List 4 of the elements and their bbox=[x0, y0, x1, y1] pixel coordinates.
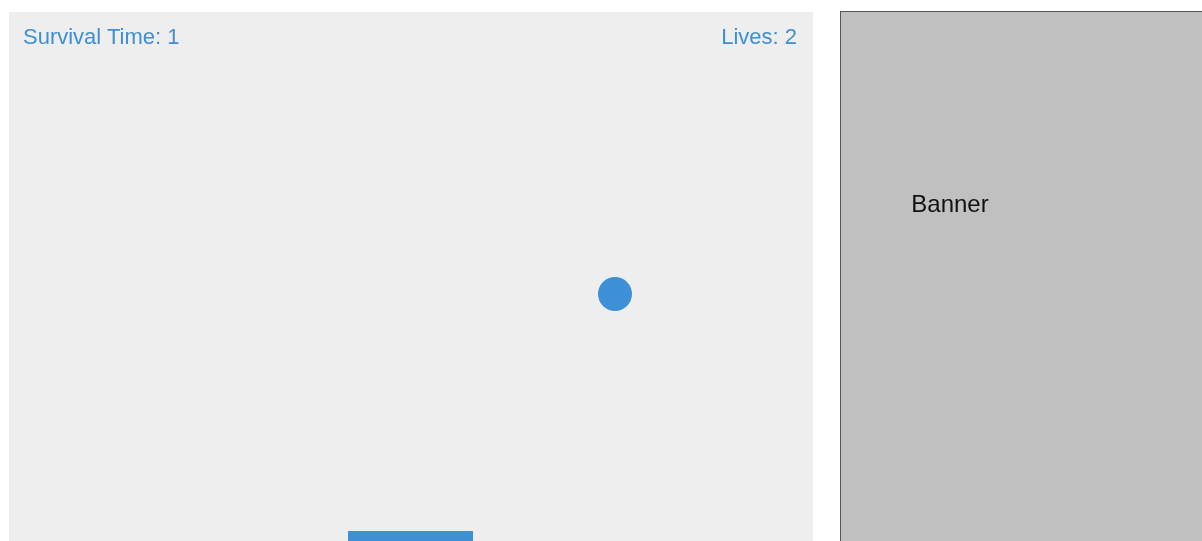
ball bbox=[598, 277, 632, 311]
banner-label: Banner bbox=[911, 190, 989, 219]
survival-time: Survival Time: 1 bbox=[23, 24, 180, 50]
lives-counter: Lives: 2 bbox=[721, 24, 797, 50]
